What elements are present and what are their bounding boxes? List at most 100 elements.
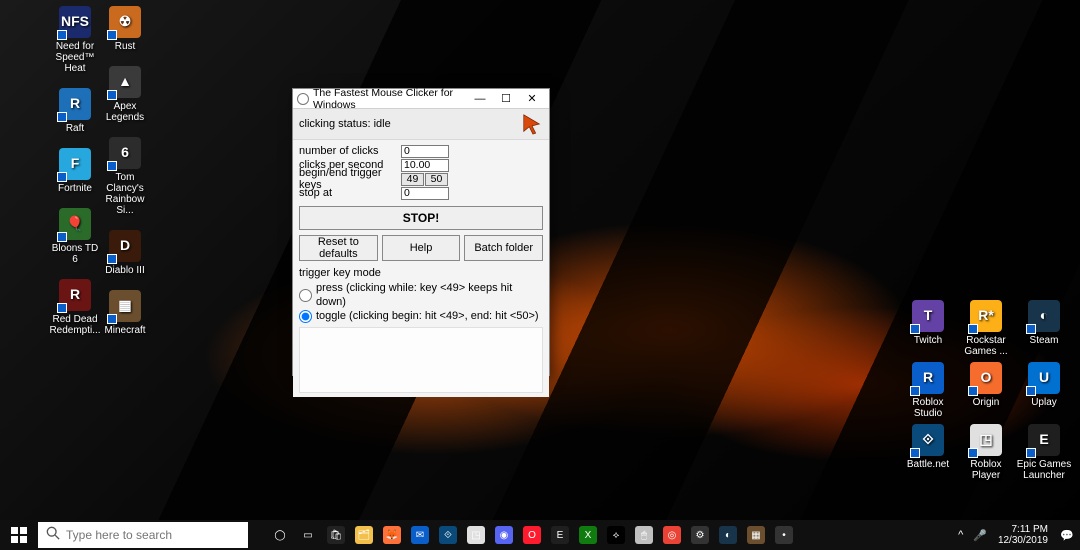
mode-press-radio[interactable] xyxy=(299,289,312,302)
cps-input[interactable] xyxy=(401,159,449,172)
shortcut-arrow-icon xyxy=(968,324,978,334)
taskbar-pinned-ms-store[interactable]: 🛍 xyxy=(322,520,350,550)
xbox-icon: X xyxy=(579,526,597,544)
trigger-end-input[interactable] xyxy=(425,173,448,186)
taskbar-pinned-chrome[interactable]: ◎ xyxy=(658,520,686,550)
battle-net-icon: ⟐ xyxy=(439,526,457,544)
desktop-icon[interactable]: OOrigin xyxy=(958,362,1014,420)
taskbar-pinned-minecraft[interactable]: ▦ xyxy=(742,520,770,550)
desktop-icon[interactable]: RRed Dead Redempti... xyxy=(50,279,100,336)
desktop-icon[interactable]: 🎈 Bloons TD 6 xyxy=(50,208,100,265)
desktop-icon-label: Diablo III xyxy=(105,265,144,276)
close-button[interactable]: ✕ xyxy=(519,90,545,108)
desktop-icon[interactable]: ▲Apex Legends xyxy=(100,66,150,123)
shortcut-arrow-icon xyxy=(1026,324,1036,334)
desktop-icon[interactable]: ▦Minecraft xyxy=(100,290,150,336)
desktop-icon[interactable]: DDiablo III xyxy=(100,230,150,276)
titlebar[interactable]: The Fastest Mouse Clicker for Windows — … xyxy=(293,89,549,109)
taskbar-pinned-razer[interactable]: ⟡ xyxy=(602,520,630,550)
taskbar-search-input[interactable] xyxy=(66,528,240,542)
taskbar-pinned-file-explorer[interactable]: 🗂 xyxy=(350,520,378,550)
taskbar-pinned-steam[interactable]: ◐ xyxy=(714,520,742,550)
taskbar-pinned-mail[interactable]: ✉ xyxy=(406,520,434,550)
shortcut-arrow-icon xyxy=(107,161,117,171)
mode-press-row[interactable]: press (clicking while: key <49> keeps hi… xyxy=(299,281,543,309)
desktop-icon-label: Fortnite xyxy=(58,183,92,194)
app-body: number of clicks clicks per second begin… xyxy=(293,140,549,397)
trigger-begin-input[interactable] xyxy=(401,173,424,186)
tray-clock[interactable]: 7:11 PM 12/30/2019 xyxy=(992,524,1054,546)
desktop-icon[interactable]: ⟐Battle.net xyxy=(900,424,956,482)
taskbar-pinned-firefox[interactable]: 🦊 xyxy=(378,520,406,550)
stop-button[interactable]: STOP! xyxy=(299,206,543,230)
shortcut-arrow-icon xyxy=(57,172,67,182)
stop-at-input[interactable] xyxy=(401,187,449,200)
desktop-icon[interactable]: RRoblox Studio xyxy=(900,362,956,420)
desktop-icon[interactable]: UUplay xyxy=(1016,362,1072,420)
desktop-icon-label: Bloons TD 6 xyxy=(50,243,100,265)
desktop-icon[interactable]: R*Rockstar Games ... xyxy=(958,300,1014,358)
taskbar-pinned-one-more[interactable]: • xyxy=(770,520,798,550)
tray-chevron-icon[interactable]: ^ xyxy=(953,529,968,541)
window-title: The Fastest Mouse Clicker for Windows xyxy=(313,87,467,111)
desktop-icon[interactable]: ☢Rust xyxy=(100,6,150,52)
trigger-mode-label: trigger key mode xyxy=(299,267,543,279)
taskbar-search[interactable] xyxy=(38,522,248,548)
taskbar-pinned-clicker-app[interactable]: 🖱 xyxy=(630,520,658,550)
shortcut-arrow-icon xyxy=(107,314,117,324)
desktop-icon[interactable]: TTwitch xyxy=(900,300,956,358)
taskbar-pinned-xbox[interactable]: X xyxy=(574,520,602,550)
reset-defaults-button[interactable]: Reset to defaults xyxy=(299,235,378,261)
taskbar-pinned-epic-games[interactable]: E xyxy=(546,520,574,550)
taskbar-pinned-discord[interactable]: ◉ xyxy=(490,520,518,550)
desktop-icon-grid-right: TTwitchR*Rockstar Games ...◐Steam RRoblox… xyxy=(900,300,1072,482)
maximize-button[interactable]: ☐ xyxy=(493,90,519,108)
app-icon: F xyxy=(59,148,91,180)
status-row: clicking status: idle xyxy=(293,109,549,140)
num-clicks-label: number of clicks xyxy=(299,145,401,157)
minimize-button[interactable]: — xyxy=(467,90,493,108)
discord-icon: ◉ xyxy=(495,526,513,544)
taskbar-pinned-area: ◯ ▭ 🛍 🗂 🦊✉ ⟐ ◳ ◉ OEX ⟡ 🖱◎⚙◐ ▦ • xyxy=(266,520,798,550)
desktop-icon[interactable]: NFSNeed for Speed™ Heat xyxy=(50,6,100,74)
taskbar-pinned-battle-net[interactable]: ⟐ xyxy=(434,520,462,550)
app-icon: ☢ xyxy=(109,6,141,38)
start-button[interactable] xyxy=(0,520,38,550)
batch-folder-button[interactable]: Batch folder xyxy=(464,235,543,261)
desktop-icon-label: Raft xyxy=(66,123,84,134)
desktop-icon[interactable]: F Fortnite xyxy=(50,148,100,194)
desktop-icon[interactable]: EEpic Games Launcher xyxy=(1016,424,1072,482)
shortcut-arrow-icon xyxy=(107,90,117,100)
mode-toggle-radio[interactable] xyxy=(299,310,312,323)
tray-notifications-icon[interactable]: 💬 xyxy=(1054,529,1080,542)
minecraft-icon: ▦ xyxy=(747,526,765,544)
tray-mic-icon[interactable]: 🎤 xyxy=(968,529,992,542)
desktop-icon[interactable]: R Raft xyxy=(50,88,100,134)
desktop-icon[interactable]: 6Tom Clancy's Rainbow Si... xyxy=(100,137,150,216)
app-icon: R xyxy=(59,88,91,120)
file-explorer-icon: 🗂 xyxy=(355,526,373,544)
razer-icon: ⟡ xyxy=(607,526,625,544)
num-clicks-input[interactable] xyxy=(401,145,449,158)
taskbar-pinned-roblox[interactable]: ◳ xyxy=(462,520,490,550)
app-icon: 🎈 xyxy=(59,208,91,240)
taskbar-pinned-opera[interactable]: O xyxy=(518,520,546,550)
help-button[interactable]: Help xyxy=(382,235,461,261)
task-view-icon: ▭ xyxy=(299,526,317,544)
desktop-icon-label: Minecraft xyxy=(104,325,145,336)
taskbar-pinned-task-view[interactable]: ▭ xyxy=(294,520,322,550)
desktop-icon-label: Tom Clancy's Rainbow Si... xyxy=(100,172,150,216)
desktop-icon[interactable]: ◳Roblox Player xyxy=(958,424,1014,482)
app-window: The Fastest Mouse Clicker for Windows — … xyxy=(292,88,550,376)
taskbar-pinned-settings[interactable]: ⚙ xyxy=(686,520,714,550)
desktop-icon-label: Twitch xyxy=(914,335,942,346)
taskbar-pinned-cortana-circle[interactable]: ◯ xyxy=(266,520,294,550)
shortcut-arrow-icon xyxy=(57,112,67,122)
trigger-mode-group: trigger key mode press (clicking while: … xyxy=(299,267,543,323)
desktop-icon-label: Battle.net xyxy=(907,459,949,470)
shortcut-arrow-icon xyxy=(107,30,117,40)
desktop-icon[interactable]: ◐Steam xyxy=(1016,300,1072,358)
app-icon: 6 xyxy=(109,137,141,169)
app-icon: R xyxy=(59,279,91,311)
mode-toggle-row[interactable]: toggle (clicking begin: hit <49>, end: h… xyxy=(299,309,543,323)
